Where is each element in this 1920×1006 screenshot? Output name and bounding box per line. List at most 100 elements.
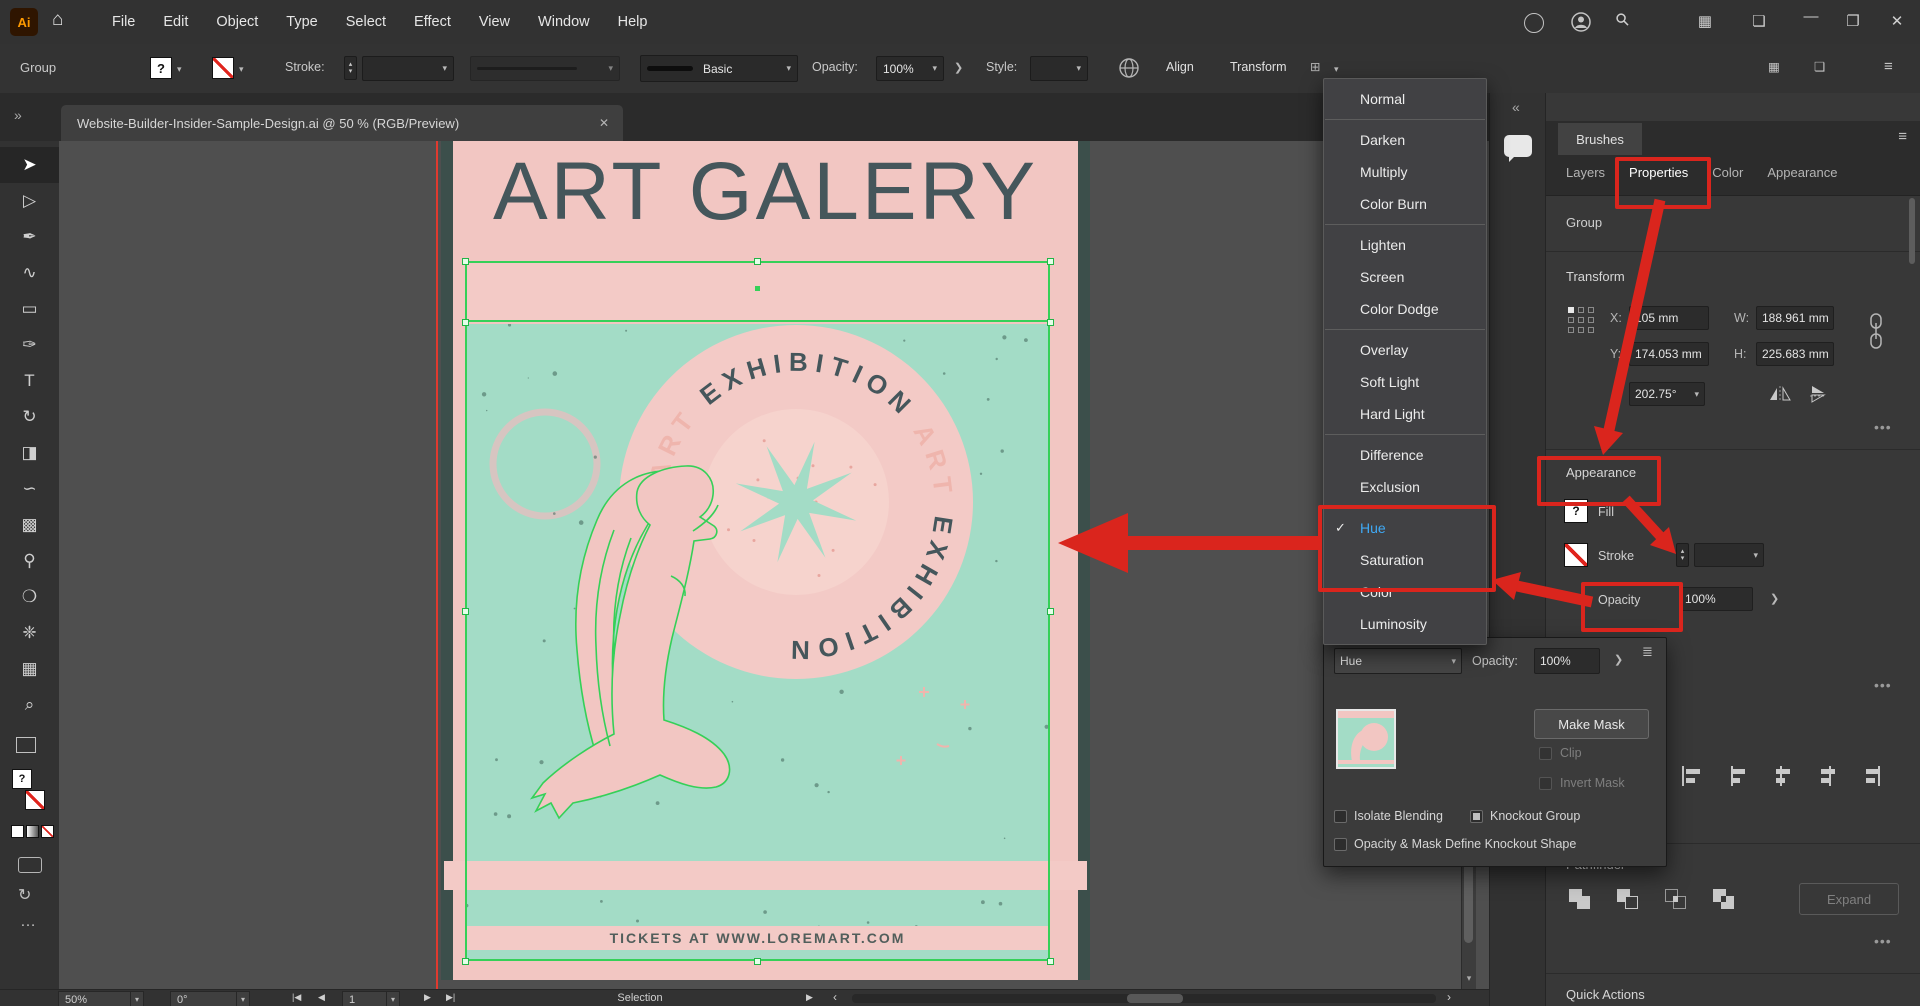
- stroke-weight-stepper[interactable]: ▴▾: [344, 56, 357, 80]
- selection-handle[interactable]: [754, 958, 761, 965]
- artboard-poster[interactable]: ART GALERY ART EXHIBITION ART EXHIBITION: [453, 141, 1078, 980]
- selection-handle[interactable]: [1047, 319, 1054, 326]
- symbol-sprayer-tool[interactable]: ❈: [0, 615, 59, 651]
- blend-mode-color-burn[interactable]: Color Burn: [1324, 188, 1486, 220]
- pathfinder-unite-icon[interactable]: [1568, 887, 1596, 913]
- transform-button[interactable]: Transform: [1230, 60, 1287, 74]
- stroke-weight-stepper[interactable]: ▴▾: [1676, 543, 1689, 567]
- color-mode-strip[interactable]: [11, 825, 54, 838]
- tab-brushes[interactable]: Brushes: [1558, 123, 1642, 155]
- brushes-panel-menu-icon[interactable]: ≡: [1898, 128, 1907, 145]
- artboard-tool[interactable]: ▦: [0, 651, 59, 687]
- menu-help[interactable]: Help: [604, 0, 662, 44]
- tab-properties[interactable]: Properties: [1629, 155, 1688, 195]
- share-circle-icon[interactable]: [1524, 13, 1544, 33]
- blend-mode-soft-light[interactable]: Soft Light: [1324, 366, 1486, 398]
- gradient-tool[interactable]: ▩: [0, 507, 59, 543]
- align-button[interactable]: Align: [1166, 60, 1194, 74]
- status-flyout-icon[interactable]: ▶: [806, 992, 813, 1003]
- align-h-center-icon[interactable]: [1724, 763, 1750, 789]
- curvature-tool[interactable]: ∿: [0, 255, 59, 291]
- selection-handle[interactable]: [754, 258, 761, 265]
- paintbrush-tool[interactable]: ✑: [0, 327, 59, 363]
- workspace-switcher-icon[interactable]: ❏: [1748, 12, 1770, 30]
- scroll-left-icon[interactable]: ‹: [833, 990, 837, 1004]
- rotation-chevron-icon[interactable]: ▾: [236, 992, 249, 1006]
- appearance-stroke-label[interactable]: Stroke: [1598, 549, 1634, 563]
- tab-close-icon[interactable]: ✕: [599, 116, 609, 130]
- transparency-panel-menu-icon[interactable]: ≣: [1642, 644, 1653, 660]
- blend-mode-hard-light[interactable]: Hard Light: [1324, 398, 1486, 430]
- stroke-weight-dropdown[interactable]: ▾: [1694, 543, 1764, 567]
- align-options-chevron-icon[interactable]: ▾: [1334, 64, 1339, 75]
- horizontal-scroll-thumb[interactable]: [1127, 994, 1183, 1003]
- selection-handle[interactable]: [1047, 958, 1054, 965]
- w-field[interactable]: 188.961 mm: [1756, 306, 1834, 330]
- blend-mode-normal[interactable]: Normal: [1324, 83, 1486, 115]
- selection-handle[interactable]: [462, 958, 469, 965]
- eyedropper-tool[interactable]: ⚲: [0, 543, 59, 579]
- zoom-tool[interactable]: ⌕: [0, 687, 59, 723]
- align-right-icon[interactable]: [1769, 763, 1795, 789]
- constrain-proportions-link-icon[interactable]: [1868, 311, 1884, 353]
- document-setup-globe-icon[interactable]: [1118, 57, 1140, 79]
- pathfinder-minus-front-icon[interactable]: [1616, 887, 1644, 913]
- direct-selection-tool[interactable]: ▷: [0, 183, 59, 219]
- screen-mode-icon[interactable]: [18, 857, 42, 873]
- gradient-fill-icon[interactable]: [26, 825, 39, 838]
- stroke-weight-field[interactable]: ▾: [362, 56, 454, 81]
- selection-handle[interactable]: [462, 608, 469, 615]
- selection-tool[interactable]: ➤: [0, 147, 59, 183]
- zoom-chevron-icon[interactable]: ▾: [130, 992, 143, 1006]
- blend-mode-overlay[interactable]: Overlay: [1324, 334, 1486, 366]
- menu-edit[interactable]: Edit: [149, 0, 202, 44]
- next-artboard-icon[interactable]: ▶: [424, 992, 431, 1003]
- menu-select[interactable]: Select: [332, 0, 400, 44]
- blend-mode-saturation[interactable]: Saturation: [1324, 544, 1486, 576]
- blend-mode-darken[interactable]: Darken: [1324, 124, 1486, 156]
- horizontal-scrollbar[interactable]: [852, 994, 1436, 1003]
- rotation-angle-dropdown[interactable]: 202.75°▾: [1629, 382, 1705, 406]
- menu-type[interactable]: Type: [272, 0, 331, 44]
- first-artboard-icon[interactable]: |◀: [292, 992, 301, 1003]
- make-mask-button[interactable]: Make Mask: [1534, 709, 1649, 739]
- pathfinder-intersect-icon[interactable]: [1664, 887, 1692, 913]
- tab-color[interactable]: Color: [1712, 155, 1743, 195]
- appearance-fill-swatch[interactable]: ?: [1564, 499, 1588, 523]
- toolbar-stroke-proxy[interactable]: [25, 790, 45, 810]
- illustrator-logo-icon[interactable]: Ai: [10, 8, 38, 36]
- comments-bubble-icon[interactable]: [1504, 135, 1532, 157]
- flip-vertical-icon[interactable]: [1808, 384, 1832, 404]
- stroke-chevron-icon[interactable]: ▾: [239, 64, 244, 75]
- canvas-area[interactable]: ART GALERY ART EXHIBITION ART EXHIBITION: [59, 141, 1489, 989]
- pathfinder-exclude-icon[interactable]: [1712, 887, 1740, 913]
- document-tab[interactable]: Website-Builder-Insider-Sample-Design.ai…: [61, 105, 623, 141]
- y-field[interactable]: 174.053 mm: [1629, 342, 1709, 366]
- menu-file[interactable]: File: [98, 0, 149, 44]
- eraser-tool[interactable]: ◨: [0, 435, 59, 471]
- rotation-dropdown[interactable]: 0° ▾: [170, 991, 250, 1006]
- panel-arrange-icon[interactable]: ❏: [1814, 59, 1825, 74]
- appearance-fill-label[interactable]: Fill: [1598, 505, 1614, 519]
- menu-effect[interactable]: Effect: [400, 0, 465, 44]
- rotate-tool[interactable]: ↻: [0, 399, 59, 435]
- blend-mode-difference[interactable]: Difference: [1324, 439, 1486, 471]
- toolbar-expand-icon[interactable]: »: [14, 107, 22, 123]
- rectangle-tool[interactable]: ▭: [0, 291, 59, 327]
- menu-object[interactable]: Object: [202, 0, 272, 44]
- tab-appearance[interactable]: Appearance: [1767, 155, 1837, 195]
- blend-mode-dropdown[interactable]: Hue▾: [1334, 648, 1462, 674]
- appearance-opacity-field[interactable]: 100%: [1679, 587, 1753, 611]
- transparency-opacity-field[interactable]: 100%: [1534, 648, 1600, 674]
- panel-collapse-icon[interactable]: «: [1512, 99, 1520, 115]
- align-top-icon[interactable]: [1814, 763, 1840, 789]
- stroke-swatch[interactable]: [212, 57, 234, 79]
- blend-mode-color-dodge[interactable]: Color Dodge: [1324, 293, 1486, 325]
- tab-layers[interactable]: Layers: [1566, 155, 1605, 195]
- knockout-group-checkbox[interactable]: [1470, 810, 1483, 823]
- control-menu-icon[interactable]: ≡: [1884, 58, 1893, 75]
- zoom-level-dropdown[interactable]: 50% ▾: [58, 991, 144, 1006]
- home-icon[interactable]: ⌂: [52, 9, 63, 31]
- width-tool[interactable]: ∽: [0, 471, 59, 507]
- align-glyph-icon[interactable]: ⊞: [1310, 59, 1320, 74]
